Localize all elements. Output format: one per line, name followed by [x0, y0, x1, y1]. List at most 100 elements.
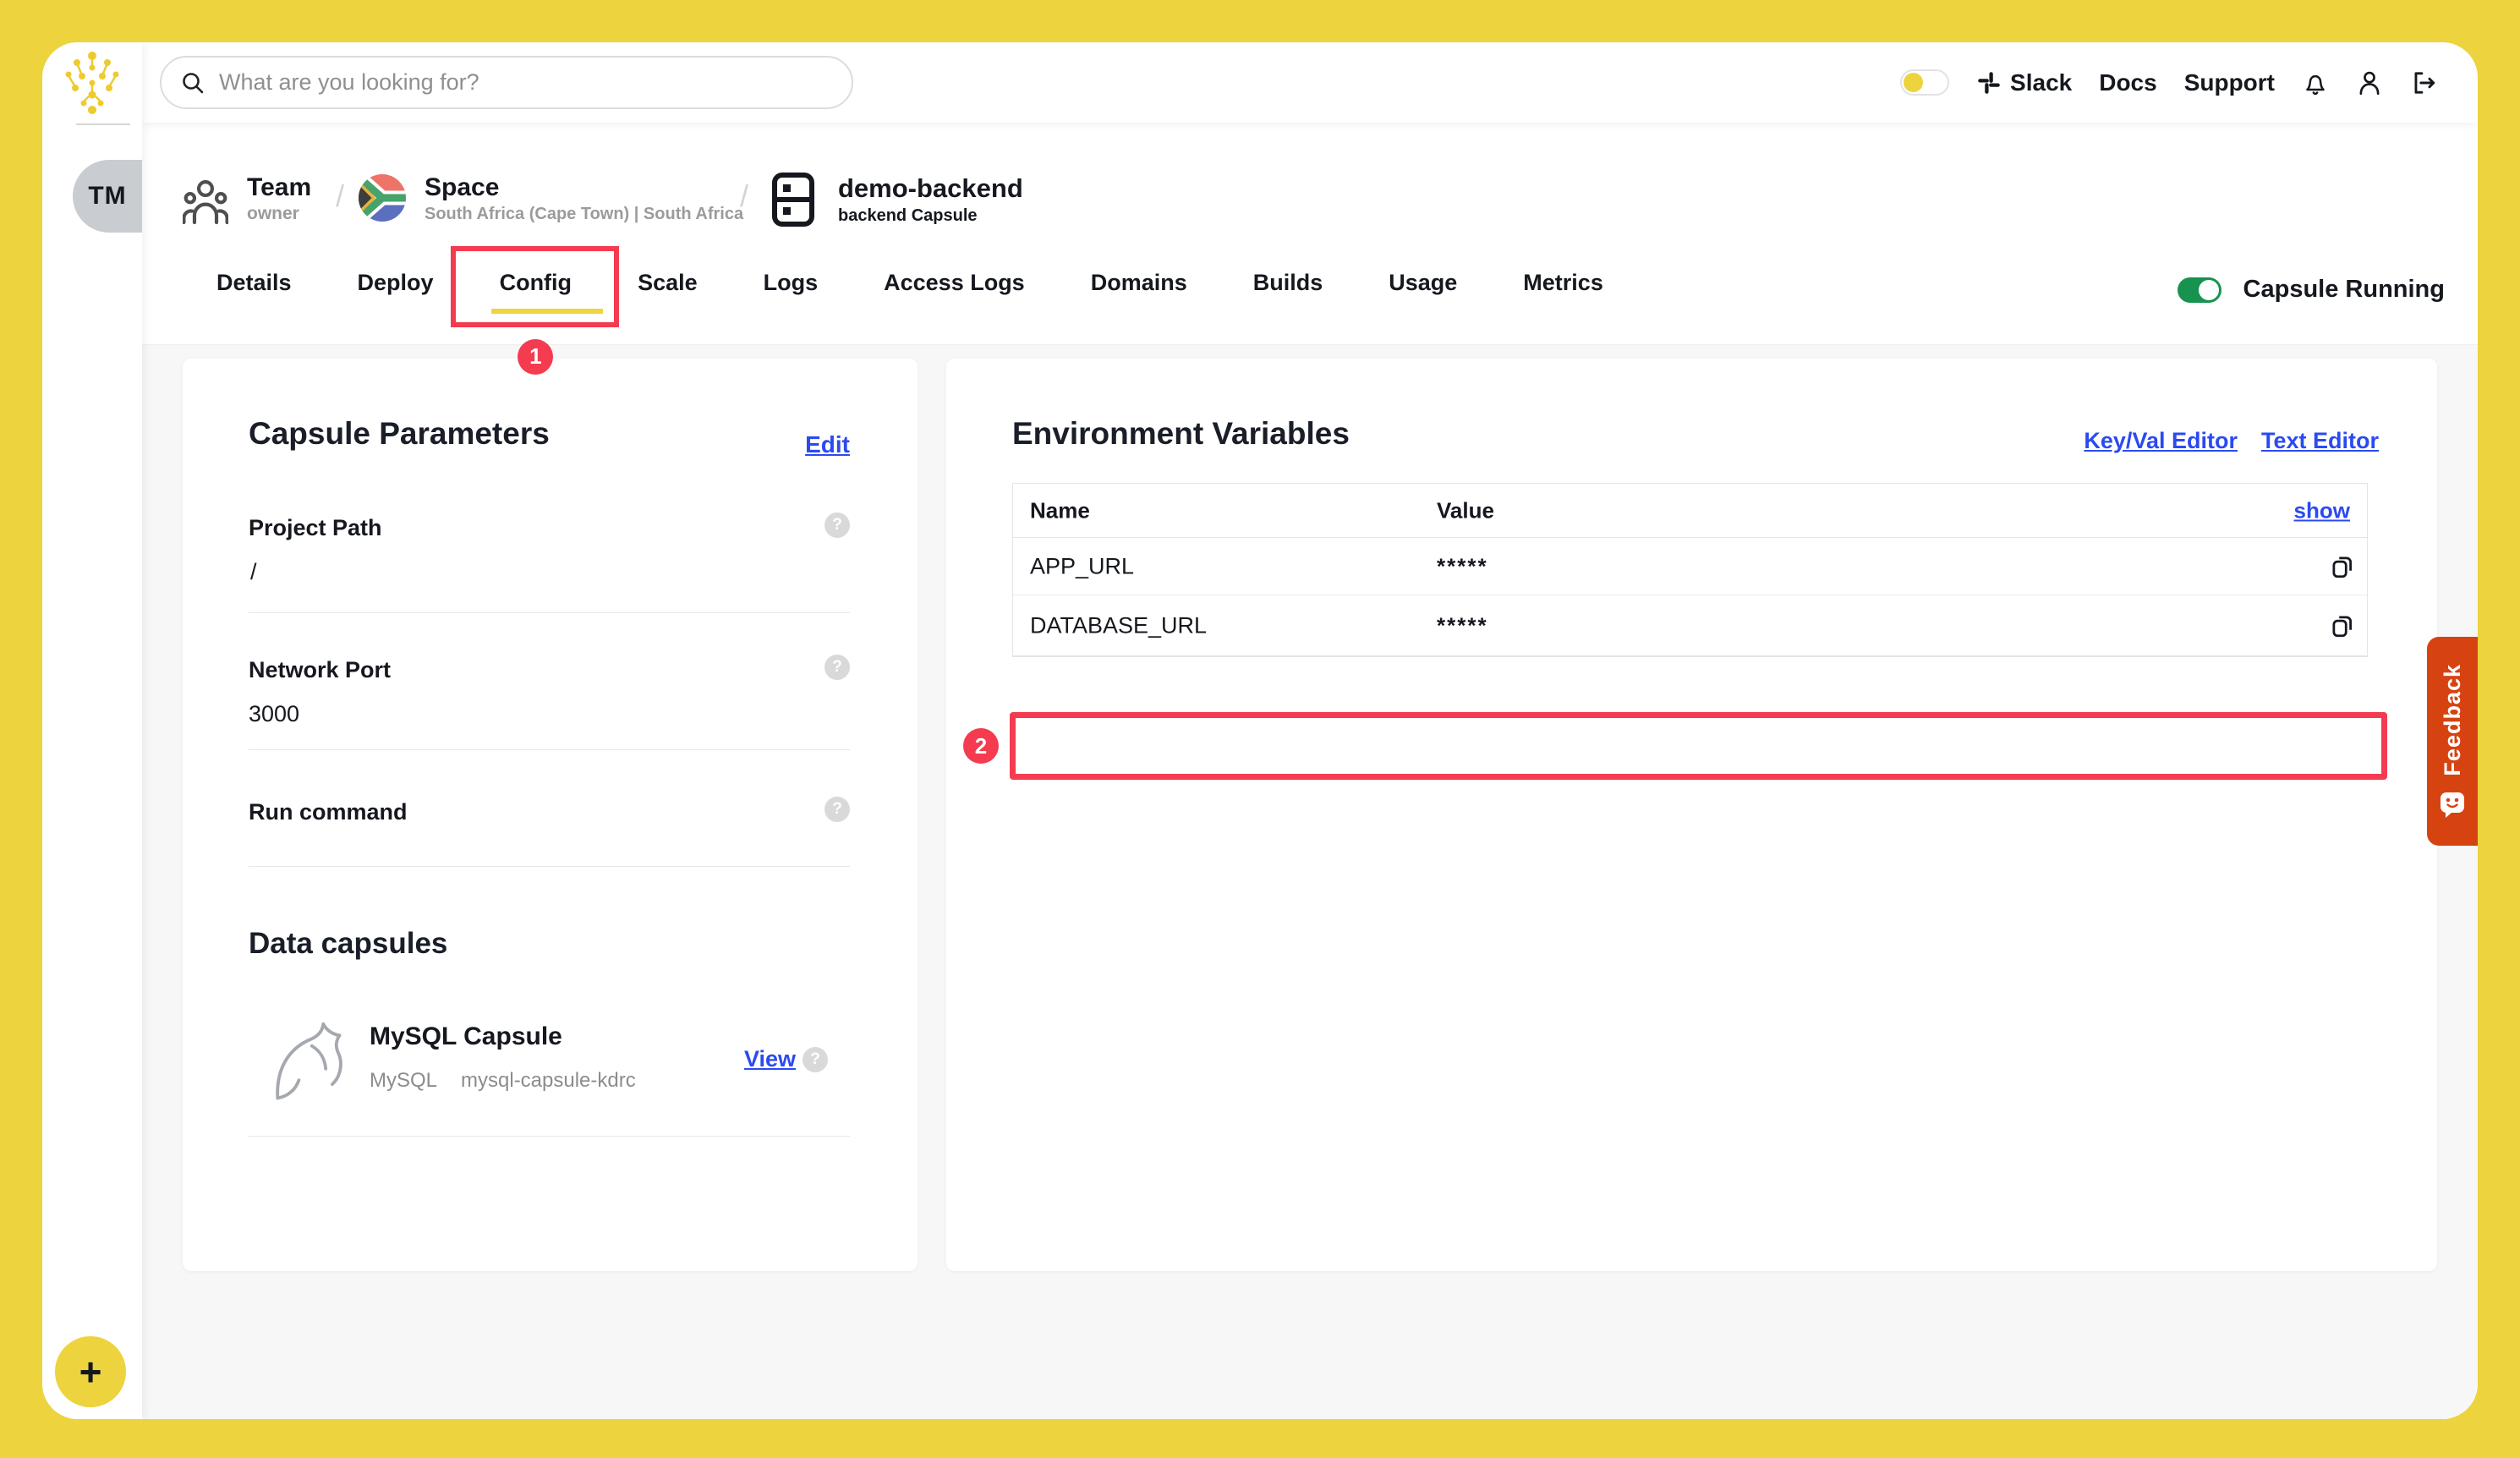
help-icon[interactable]: ?	[803, 1047, 828, 1072]
env-value-masked: *****	[1437, 553, 1488, 579]
capsule-parameters-title: Capsule Parameters	[249, 416, 550, 452]
keyval-editor-link[interactable]: Key/Val Editor	[2084, 428, 2238, 454]
show-values-link[interactable]: show	[2294, 497, 2350, 523]
project-path-value: /	[250, 559, 257, 585]
support-link[interactable]: Support	[2184, 69, 2275, 96]
table-row: APP_URL *****	[1013, 538, 2367, 595]
breadcrumb-separator: /	[336, 178, 344, 214]
data-capsule-meta: MySQL mysql-capsule-kdrc	[370, 1069, 636, 1093]
tab-deploy[interactable]: Deploy	[358, 270, 434, 296]
tab-scale[interactable]: Scale	[638, 270, 698, 296]
add-button[interactable]: +	[55, 1336, 126, 1407]
breadcrumb-separator: /	[740, 178, 748, 214]
feedback-tab[interactable]: Feedback	[2427, 637, 2478, 846]
environment-variables-title: Environment Variables	[1012, 416, 1350, 452]
topbar: Slack Docs Support	[142, 42, 2478, 123]
avatar-initials: TM	[88, 182, 126, 211]
tab-domains[interactable]: Domains	[1091, 270, 1187, 296]
help-icon[interactable]: ?	[824, 655, 850, 680]
active-tab-underline	[491, 309, 603, 314]
search-bar[interactable]	[160, 56, 853, 109]
col-header-value: Value	[1437, 497, 1494, 523]
env-name: APP_URL	[1030, 553, 1134, 579]
slack-label: Slack	[2010, 69, 2072, 96]
capsule-tabs: Details Deploy Config 1 Scale Logs Acces…	[216, 242, 1603, 323]
network-port-label: Network Port	[249, 657, 391, 683]
tab-usage[interactable]: Usage	[1389, 270, 1457, 296]
divider	[249, 749, 850, 750]
breadcrumb-capsule[interactable]: demo-backend	[838, 173, 1023, 204]
env-vars-table: Name Value show APP_URL ***** DATABA	[1012, 483, 2368, 657]
data-capsule-name: MySQL Capsule	[370, 1022, 562, 1051]
col-header-name: Name	[1030, 497, 1090, 523]
copy-icon[interactable]	[2330, 553, 2355, 580]
breadcrumb-team-role: owner	[247, 204, 299, 224]
tab-metrics[interactable]: Metrics	[1523, 270, 1603, 296]
env-table-header: Name Value show	[1013, 484, 2367, 538]
team-avatar[interactable]: TM	[73, 160, 142, 233]
mysql-dolphin-icon	[263, 1017, 353, 1113]
plus-icon: +	[79, 1349, 102, 1395]
sidebar-divider	[76, 123, 130, 125]
copy-icon[interactable]	[2330, 612, 2355, 639]
text-editor-link[interactable]: Text Editor	[2261, 428, 2379, 454]
search-icon	[180, 70, 205, 96]
logout-icon[interactable]	[2410, 70, 2437, 96]
tab-logs[interactable]: Logs	[764, 270, 819, 296]
breadcrumb-team[interactable]: Team	[247, 173, 311, 202]
space-flag-icon	[359, 174, 406, 226]
capsule-icon	[772, 173, 814, 231]
feedback-label: Feedback	[2440, 664, 2466, 776]
annotation-badge-2: 2	[963, 728, 999, 764]
environment-variables-card: Environment Variables Key/Val Editor Tex…	[946, 359, 2437, 1271]
toggle-knob	[2199, 280, 2219, 300]
capsule-running-toggle[interactable]	[2178, 277, 2221, 303]
help-icon[interactable]: ?	[824, 797, 850, 822]
breadcrumb-space[interactable]: Space	[425, 173, 499, 202]
feedback-smiley-icon	[2440, 792, 2465, 819]
divider	[249, 612, 850, 613]
edit-parameters-link[interactable]: Edit	[805, 431, 850, 458]
tab-builds[interactable]: Builds	[1253, 270, 1323, 296]
tab-access-logs[interactable]: Access Logs	[884, 270, 1025, 296]
help-glyph: ?	[832, 658, 842, 677]
help-glyph: ?	[832, 516, 842, 534]
data-capsule-id: mysql-capsule-kdrc	[461, 1069, 636, 1093]
search-input[interactable]	[217, 69, 833, 96]
project-path-label: Project Path	[249, 515, 382, 541]
help-glyph: ?	[832, 800, 842, 819]
breadcrumb-capsule-type: backend Capsule	[838, 206, 978, 226]
slack-icon	[1976, 70, 2002, 96]
capsule-running-control: Capsule Running	[2178, 276, 2445, 304]
capsule-parameters-card: Capsule Parameters Edit Project Path ? /…	[183, 359, 918, 1271]
slack-link[interactable]: Slack	[1976, 69, 2072, 96]
annotation-badge-1: 1	[518, 339, 553, 375]
run-command-label: Run command	[249, 799, 408, 825]
main-area: Team owner / Space South Africa (Cape To…	[142, 123, 2478, 1419]
network-port-value: 3000	[249, 701, 299, 727]
app-logo-icon[interactable]	[60, 49, 124, 117]
data-capsules-title: Data capsules	[249, 927, 447, 961]
account-user-icon[interactable]	[2356, 69, 2383, 96]
divider	[249, 866, 850, 867]
env-name: DATABASE_URL	[1030, 612, 1207, 639]
env-value-masked: *****	[1437, 612, 1488, 639]
help-glyph: ?	[810, 1050, 820, 1069]
theme-toggle-knob	[1904, 73, 1923, 92]
tab-config-label: Config	[500, 270, 572, 295]
theme-toggle[interactable]	[1900, 69, 1949, 96]
app-window: Slack Docs Support	[42, 42, 2478, 1419]
annotation-box-2	[1010, 712, 2387, 780]
team-icon	[183, 175, 228, 230]
data-capsule-type: MySQL	[370, 1069, 437, 1093]
capsule-running-label: Capsule Running	[2243, 276, 2445, 304]
tab-details[interactable]: Details	[216, 270, 292, 296]
table-row: DATABASE_URL *****	[1013, 595, 2367, 656]
notifications-bell-icon[interactable]	[2302, 69, 2329, 96]
docs-link[interactable]: Docs	[2099, 69, 2156, 96]
help-icon[interactable]: ?	[824, 512, 850, 538]
tab-config[interactable]: Config 1	[500, 270, 572, 296]
view-data-capsule-link[interactable]: View	[744, 1046, 796, 1072]
breadcrumb-space-region: South Africa (Cape Town) | South Africa	[425, 205, 743, 224]
sidebar: TM +	[42, 42, 142, 1419]
